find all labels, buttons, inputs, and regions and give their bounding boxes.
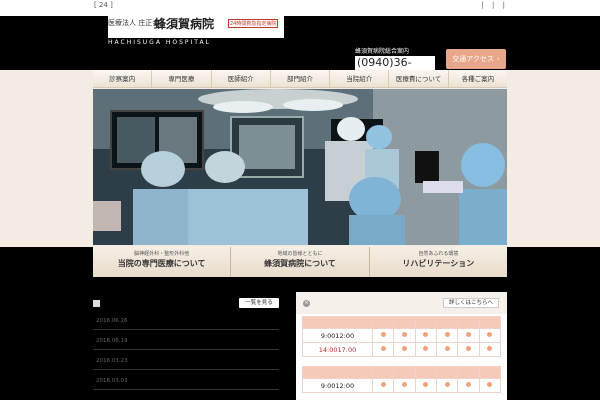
banner-about-title: 蜂須賀病院について	[264, 259, 336, 268]
news-list-button[interactable]: 一覧を見る	[239, 298, 279, 308]
schedule-header-row	[302, 366, 502, 379]
news-item[interactable]: 2016.03.03	[93, 370, 279, 390]
hospital-name-english: HACHISUGA HOSPITAL	[108, 39, 211, 46]
schedule-time: 9:0012:00	[302, 378, 373, 393]
top-strip: [ 24 ] | | |	[0, 0, 600, 16]
banner-specialty-subtitle: 脳神経外科・整形外科他	[134, 251, 190, 257]
feature-banners: 脳神経外科・整形外科他 当院の専門医療について 地域の皆様とともに 蜂須賀病院に…	[93, 247, 507, 277]
news-icon	[93, 300, 100, 307]
available-dot-icon	[423, 382, 429, 387]
available-dot-icon	[465, 382, 471, 387]
available-dot-icon	[487, 346, 493, 351]
emergency-badge: 24時間救急指定病院	[228, 19, 279, 28]
schedule-time: 9:0012:00	[302, 328, 373, 343]
news-date: 2016.06.26	[96, 318, 128, 324]
banner-rehabilitation-subtitle: 自然あふれる環境	[418, 251, 459, 257]
news-date: 2016.03.23	[96, 358, 128, 364]
available-dot-icon	[487, 332, 493, 337]
hospital-name: 蜂須賀病院	[154, 17, 215, 31]
hero-illustration	[93, 89, 507, 245]
news-date: 2016.03.03	[96, 378, 128, 384]
close-icon[interactable]: ×	[303, 300, 310, 307]
available-dot-icon	[444, 332, 450, 337]
main-content: 診察案内 専門医療 医師紹介 部門紹介 当院紹介 医療費について 各種ご案内	[0, 70, 600, 247]
available-dot-icon	[465, 332, 471, 337]
available-dot-icon	[444, 382, 450, 387]
available-dot-icon	[487, 382, 493, 387]
global-nav: 診察案内 専門医療 医師紹介 部門紹介 当院紹介 医療費について 各種ご案内	[93, 70, 507, 88]
available-dot-icon	[380, 332, 386, 337]
nav-item-consultation[interactable]: 診察案内	[93, 70, 153, 87]
available-dot-icon	[401, 382, 407, 387]
banner-about-subtitle: 地域の皆様とともに	[277, 251, 323, 257]
schedule-row: 9:0012:00	[302, 328, 502, 343]
hero-surgery-image	[93, 89, 507, 245]
schedule-time: 14:0017:00	[302, 342, 373, 357]
banner-rehabilitation[interactable]: 自然あふれる環境 リハビリテーション	[369, 247, 507, 277]
news-item[interactable]: 2016.03.23	[93, 350, 279, 370]
banner-specialty[interactable]: 脳神経外科・整形外科他 当院の専門医療について	[93, 247, 232, 277]
news-date: 2016.06.19	[96, 338, 128, 344]
schedule-table-1: 9:0012:00 14:0017:00	[302, 316, 502, 357]
nav-item-guide[interactable]: 各種ご案内	[449, 70, 507, 87]
news-item[interactable]: 2016.06.19	[93, 330, 279, 350]
available-dot-icon	[401, 346, 407, 351]
nav-item-fees[interactable]: 医療費について	[389, 70, 449, 87]
nav-item-departments[interactable]: 部門紹介	[271, 70, 331, 87]
banner-about[interactable]: 地域の皆様とともに 蜂須賀病院について	[231, 247, 370, 277]
site-header: 医療法人 庄正会 蜂須賀病院 24時間救急指定病院 HACHISUGA HOSP…	[0, 16, 600, 82]
available-dot-icon	[380, 346, 386, 351]
schedule-header-row	[302, 316, 502, 329]
page: [ 24 ] | | | 医療法人 庄正会 蜂須賀病院 24時間救急指定病院 H…	[0, 0, 600, 400]
top-strip-text: [ 24 ]	[94, 1, 113, 9]
chevron-right-icon: ›	[496, 55, 500, 63]
available-dot-icon	[401, 332, 407, 337]
available-dot-icon	[465, 346, 471, 351]
schedule-more-button[interactable]: 詳しくはこちらへ	[443, 298, 499, 308]
schedule-row: 14:0017:00	[302, 342, 502, 357]
schedule-table-2: 9:0012:00	[302, 366, 502, 393]
banner-rehabilitation-title: リハビリテーション	[402, 259, 475, 268]
news-section: 一覧を見る 2016.06.26 2016.06.19 2016.03.23 2…	[93, 298, 279, 400]
hospital-logo[interactable]: 医療法人 庄正会 蜂須賀病院 24時間救急指定病院	[108, 16, 284, 38]
access-button-label: 交通アクセス	[452, 55, 494, 63]
news-header: 一覧を見る	[93, 298, 279, 310]
available-dot-icon	[380, 382, 386, 387]
banner-specialty-title: 当院の専門医療について	[117, 259, 206, 268]
schedule-header: × 詳しくはこちらへ	[296, 292, 507, 314]
corporation-name: 医療法人 庄正会	[108, 19, 160, 27]
phone-label: 蜂須賀病院総合案内	[355, 48, 410, 55]
available-dot-icon	[444, 346, 450, 351]
available-dot-icon	[423, 332, 429, 337]
access-button[interactable]: 交通アクセス ›	[446, 49, 506, 69]
available-dot-icon	[423, 346, 429, 351]
consultation-schedule: × 詳しくはこちらへ 9:0012:00 14:0017:00 9:0012:0…	[296, 292, 507, 400]
top-strip-marks: | | |	[481, 1, 508, 9]
nav-item-specialty[interactable]: 専門医療	[152, 70, 212, 87]
nav-item-doctors[interactable]: 医師紹介	[212, 70, 271, 87]
nav-item-about[interactable]: 当院紹介	[330, 70, 390, 87]
news-item[interactable]: 2016.06.26	[93, 310, 279, 330]
schedule-row: 9:0012:00	[302, 378, 502, 393]
phone-info: 蜂須賀病院総合案内 (0940)36-3636	[355, 48, 435, 82]
